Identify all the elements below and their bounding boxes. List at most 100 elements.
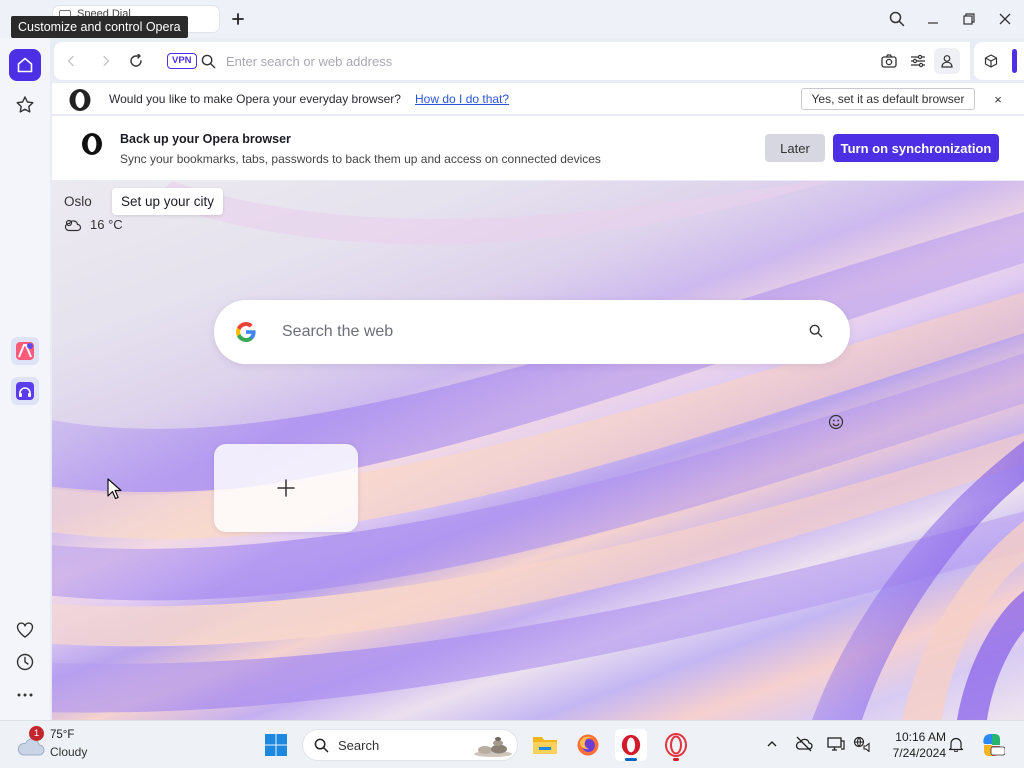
close-default-bar-button[interactable]: × bbox=[990, 91, 1006, 107]
file-explorer-button[interactable] bbox=[529, 729, 561, 761]
restore-button[interactable] bbox=[958, 8, 980, 30]
copilot-icon bbox=[983, 734, 1005, 756]
taskbar-search-label: Search bbox=[338, 738, 380, 753]
taskbar-condition: Cloudy bbox=[50, 745, 88, 759]
opera-icon bbox=[621, 734, 641, 756]
tab-search-button[interactable] bbox=[886, 8, 908, 30]
close-icon bbox=[999, 13, 1011, 25]
notifications-button[interactable] bbox=[947, 735, 965, 753]
new-tab-button[interactable] bbox=[228, 9, 248, 29]
sidebar-music-app[interactable] bbox=[11, 377, 39, 405]
clock-time: 10:16 AM bbox=[895, 730, 946, 744]
address-input[interactable] bbox=[226, 52, 786, 70]
clock-date: 7/24/2024 bbox=[892, 746, 946, 760]
title-bar: Speed Dial Customize and control Opera bbox=[0, 0, 1024, 38]
later-button[interactable]: Later bbox=[765, 134, 825, 162]
taskbar-weather-widget[interactable]: 1 75°F Cloudy bbox=[16, 726, 106, 761]
sync-description: Sync your bookmarks, tabs, passwords to … bbox=[120, 152, 601, 166]
network-volume-tray-button[interactable] bbox=[853, 735, 871, 753]
turn-on-sync-button[interactable]: Turn on synchronization bbox=[833, 134, 999, 162]
monitor-icon bbox=[827, 737, 845, 751]
profile-button[interactable] bbox=[934, 48, 960, 74]
snapshot-button[interactable] bbox=[880, 52, 898, 70]
sync-title: Back up your Opera browser bbox=[120, 132, 291, 146]
clock-icon bbox=[16, 653, 34, 671]
address-bar: VPN bbox=[54, 42, 970, 80]
plus-icon bbox=[232, 13, 244, 25]
sidebar-favorites-button[interactable] bbox=[9, 614, 41, 646]
running-app-indicator bbox=[673, 758, 679, 761]
onedrive-tray-button[interactable] bbox=[795, 735, 813, 753]
vpn-badge[interactable]: VPN bbox=[167, 53, 197, 69]
sidebar-home-button[interactable] bbox=[9, 49, 41, 81]
add-speed-dial-button[interactable] bbox=[214, 444, 358, 532]
search-icon bbox=[889, 11, 905, 27]
mouse-cursor-icon bbox=[107, 478, 122, 500]
opera-logo-icon bbox=[82, 133, 102, 155]
forward-icon bbox=[103, 55, 110, 67]
weather-widget[interactable]: 16 °C bbox=[64, 217, 123, 232]
firefox-icon bbox=[577, 734, 599, 756]
close-window-button[interactable] bbox=[994, 8, 1016, 30]
plus-icon bbox=[277, 479, 295, 497]
search-icon bbox=[314, 738, 329, 753]
taskbar-temperature: 75°F bbox=[50, 729, 75, 741]
sidebar-history-button[interactable] bbox=[9, 646, 41, 678]
extensions-icon bbox=[984, 54, 998, 68]
bell-icon bbox=[948, 737, 964, 752]
address-search-icon-wrap bbox=[199, 52, 217, 70]
easy-setup-icon bbox=[911, 54, 925, 68]
reload-button[interactable] bbox=[127, 52, 145, 70]
aria-app-icon bbox=[16, 342, 34, 360]
show-hidden-icons-button[interactable] bbox=[763, 735, 781, 753]
sidebar bbox=[0, 38, 50, 720]
start-page: Oslo Set up your city 16 °C bbox=[52, 181, 1024, 720]
extensions-button[interactable] bbox=[982, 52, 1000, 70]
how-do-i-link[interactable]: How do I do that? bbox=[415, 92, 509, 106]
firefox-button[interactable] bbox=[572, 729, 604, 761]
copilot-button[interactable] bbox=[976, 729, 1008, 761]
windows-start-icon bbox=[265, 734, 287, 756]
folder-icon bbox=[533, 737, 557, 754]
taskbar-search[interactable]: Search bbox=[302, 729, 518, 761]
music-app-icon bbox=[16, 382, 34, 400]
sync-bar: Back up your Opera browser Sync your boo… bbox=[52, 116, 1024, 180]
profile-icon bbox=[941, 55, 953, 68]
feedback-smiley-icon[interactable] bbox=[828, 414, 844, 430]
reload-icon bbox=[130, 54, 142, 67]
weather-city[interactable]: Oslo bbox=[64, 194, 92, 209]
web-search-input[interactable] bbox=[282, 321, 782, 343]
web-search-button[interactable] bbox=[807, 322, 825, 340]
taskbar: 1 75°F Cloudy Search 10:16 AM 7/24/2024 bbox=[0, 720, 1024, 768]
star-icon bbox=[16, 96, 34, 113]
google-logo-icon bbox=[236, 322, 256, 342]
opera-taskbar-button[interactable] bbox=[615, 729, 647, 761]
back-button[interactable] bbox=[62, 52, 80, 70]
home-icon bbox=[17, 57, 33, 73]
weather-alert-badge: 1 bbox=[29, 726, 44, 741]
default-browser-question: Would you like to make Opera your everyd… bbox=[109, 92, 401, 106]
set-city-tooltip[interactable]: Set up your city bbox=[112, 188, 224, 215]
sidebar-more-button[interactable] bbox=[9, 679, 41, 711]
start-button[interactable] bbox=[260, 729, 292, 761]
opera-gx-taskbar-button[interactable] bbox=[660, 729, 692, 761]
taskbar-clock[interactable]: 10:16 AM 7/24/2024 bbox=[880, 729, 946, 761]
extensions-area bbox=[974, 42, 1024, 80]
forward-button[interactable] bbox=[97, 52, 115, 70]
search-icon bbox=[201, 54, 215, 68]
sidebar-aria-app[interactable] bbox=[11, 337, 39, 365]
heart-icon bbox=[16, 622, 34, 638]
restore-icon bbox=[963, 13, 975, 25]
display-tray-button[interactable] bbox=[827, 735, 845, 753]
default-browser-bar: Would you like to make Opera your everyd… bbox=[52, 83, 1024, 115]
sidebar-bookmarks-button[interactable] bbox=[9, 89, 41, 121]
easy-setup-button[interactable] bbox=[909, 52, 927, 70]
camera-icon bbox=[881, 54, 897, 68]
web-search-box[interactable] bbox=[214, 300, 850, 364]
minimize-icon bbox=[928, 22, 938, 24]
set-default-button[interactable]: Yes, set it as default browser bbox=[801, 88, 975, 110]
back-icon bbox=[67, 55, 74, 67]
minimize-button[interactable] bbox=[922, 8, 944, 30]
opera-outline-icon bbox=[665, 733, 687, 757]
search-icon bbox=[809, 324, 823, 338]
